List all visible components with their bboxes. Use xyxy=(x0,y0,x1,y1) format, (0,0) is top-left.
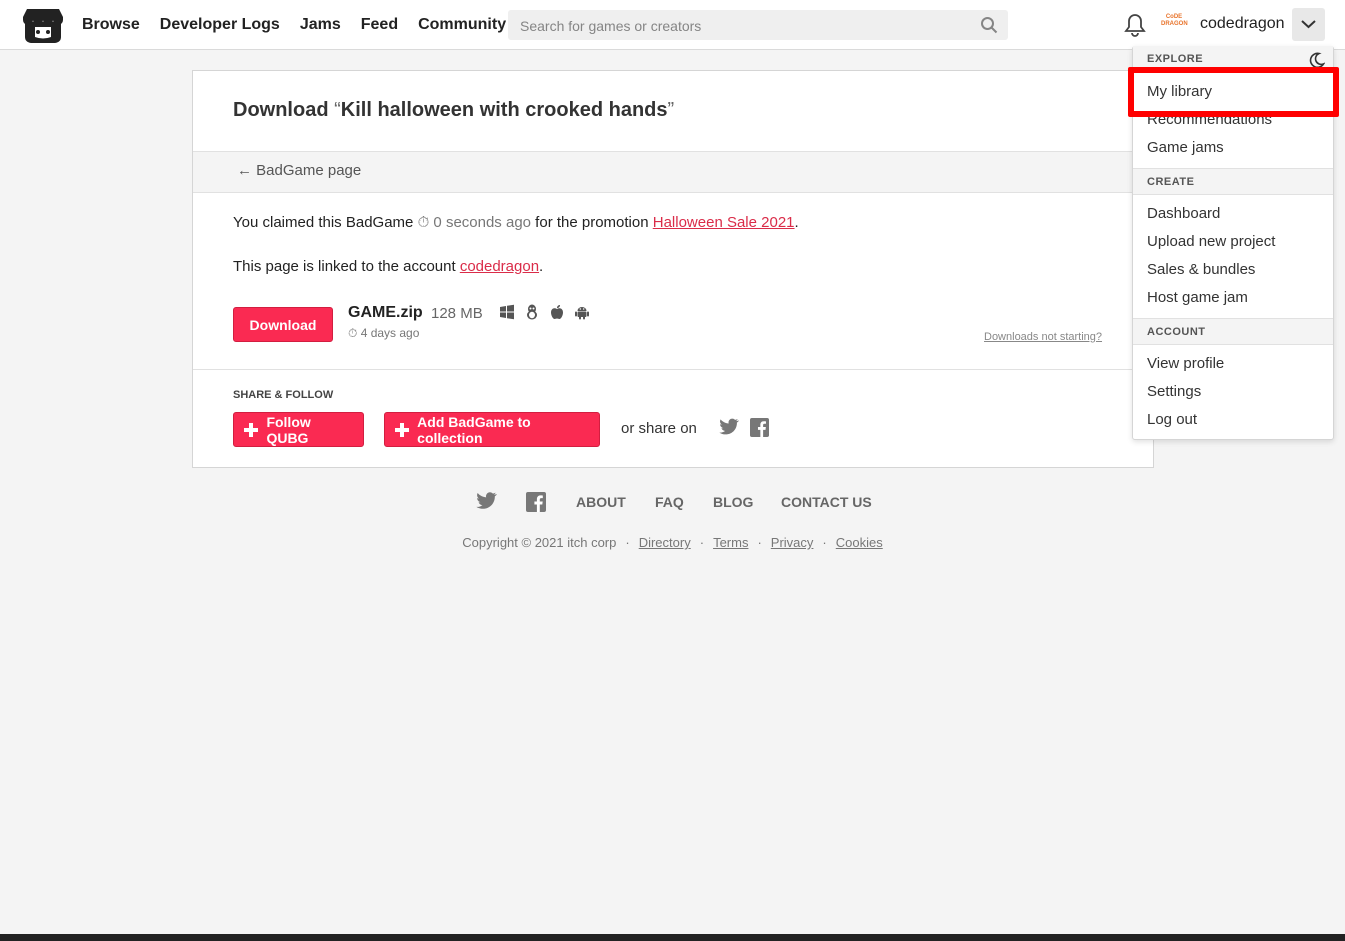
separator: · xyxy=(757,535,762,550)
linked-account-link[interactable]: codedragon xyxy=(460,258,539,275)
main-nav: Browse Developer Logs Jams Feed Communit… xyxy=(82,0,526,50)
menu-item-settings[interactable]: Settings xyxy=(1147,383,1201,400)
separator: · xyxy=(625,535,630,550)
claim-time: ⏱ 0 seconds ago xyxy=(417,214,532,231)
search-box xyxy=(508,10,1008,42)
nav-community[interactable]: Community xyxy=(418,16,506,34)
add-to-collection-label: Add BadGame to collection xyxy=(417,413,531,446)
chevron-down-icon xyxy=(1301,20,1316,29)
nav-feed[interactable]: Feed xyxy=(361,16,398,34)
downloads-not-starting-link[interactable]: Downloads not starting? xyxy=(984,331,1102,343)
plus-icon xyxy=(395,422,410,437)
menu-item-host-game-jam[interactable]: Host game jam xyxy=(1147,289,1248,306)
nav-developer-logs[interactable]: Developer Logs xyxy=(160,16,280,34)
nav-jams[interactable]: Jams xyxy=(300,16,341,34)
notifications-bell-icon[interactable] xyxy=(1124,13,1146,37)
follow-button-label: Follow QUBG xyxy=(266,413,311,446)
title-quote-close: ” xyxy=(667,99,675,121)
plus-icon xyxy=(244,422,259,437)
promotion-link[interactable]: Halloween Sale 2021 xyxy=(653,214,795,231)
twitter-share-icon[interactable] xyxy=(719,418,739,436)
share-follow-heading: SHARE & FOLLOW xyxy=(233,389,334,401)
separator: · xyxy=(822,535,827,550)
avatar[interactable]: CoDE DRAGON xyxy=(1161,14,1188,34)
copyright-text: Copyright © 2021 itch corp xyxy=(462,535,617,550)
avatar-line2: DRAGON xyxy=(1161,21,1188,27)
copyright-line: Copyright © 2021 itch corp · Directory · Ter… xyxy=(0,535,1345,550)
platform-icons xyxy=(499,304,590,320)
download-button[interactable]: Download xyxy=(233,307,333,342)
explore-heading: EXPLORE xyxy=(1147,53,1204,65)
account-section-header: ACCOUNT xyxy=(1133,318,1333,345)
search-input[interactable] xyxy=(518,10,972,42)
username[interactable]: codedragon xyxy=(1200,15,1285,33)
file-name: GAME.zip xyxy=(348,304,423,321)
file-upload-date: ⏱ 4 days ago xyxy=(348,326,420,340)
twitter-icon[interactable] xyxy=(476,492,497,510)
footer-terms-link[interactable]: Terms xyxy=(713,535,748,550)
back-bar: ← BadGame page xyxy=(193,151,1153,193)
footer-faq-link[interactable]: FAQ xyxy=(655,494,684,510)
menu-item-log-out[interactable]: Log out xyxy=(1147,411,1197,428)
android-icon xyxy=(574,304,590,320)
menu-item-dashboard[interactable]: Dashboard xyxy=(1147,205,1220,222)
account-heading: ACCOUNT xyxy=(1147,326,1206,338)
file-size: 128 MB xyxy=(431,305,483,322)
linked-period: . xyxy=(539,258,544,275)
footer-blog-link[interactable]: BLOG xyxy=(713,494,753,510)
avatar-line1: CoDE xyxy=(1165,14,1183,20)
footer-contact-link[interactable]: CONTACT US xyxy=(781,494,872,510)
nav-browse[interactable]: Browse xyxy=(82,16,140,34)
menu-item-game-jams[interactable]: Game jams xyxy=(1147,139,1224,156)
create-heading: CREATE xyxy=(1147,176,1195,188)
separator: · xyxy=(699,535,705,550)
linux-icon xyxy=(524,304,540,320)
claim-text: You claimed this BadGame xyxy=(233,214,418,231)
claim-message: You claimed this BadGame ⏱ 0 seconds ago… xyxy=(233,214,799,231)
itch-logo-icon[interactable] xyxy=(23,7,63,44)
apple-icon xyxy=(549,304,565,320)
create-section-header: CREATE xyxy=(1133,168,1333,195)
follow-button[interactable]: Follow QUBG xyxy=(233,412,364,447)
footer-privacy-link[interactable]: Privacy xyxy=(771,535,814,550)
game-title[interactable]: Kill halloween with crooked hands xyxy=(341,99,668,121)
linked-text: This page is linked to the account xyxy=(233,258,460,275)
title-prefix: Download xyxy=(233,99,335,121)
top-header: Browse Developer Logs Jams Feed Communit… xyxy=(0,0,1345,50)
claim-for-text: for the promotion xyxy=(531,214,653,231)
footer-cookies-link[interactable]: Cookies xyxy=(836,535,883,550)
windows-icon xyxy=(499,304,515,320)
back-to-game-link[interactable]: ← BadGame page xyxy=(237,162,361,179)
linked-account-message: This page is linked to the account coded… xyxy=(233,258,543,275)
menu-item-upload-new-project[interactable]: Upload new project xyxy=(1147,233,1275,250)
user-menu-toggle-button[interactable] xyxy=(1292,8,1325,41)
footer-links: ABOUT FAQ BLOG CONTACT US xyxy=(0,492,1345,514)
section-divider xyxy=(193,369,1153,370)
dark-mode-moon-icon[interactable] xyxy=(1309,52,1325,68)
download-card: Download “Kill halloween with crooked ha… xyxy=(192,70,1154,468)
menu-item-view-profile[interactable]: View profile xyxy=(1147,355,1224,372)
title-quote-open: “ xyxy=(334,99,341,121)
facebook-share-icon[interactable] xyxy=(750,418,769,437)
add-to-collection-button[interactable]: Add BadGame to collection xyxy=(384,412,600,447)
search-icon[interactable] xyxy=(980,16,998,34)
claim-period: . xyxy=(794,214,799,231)
or-share-text: or share on xyxy=(621,420,697,437)
footer-directory-link[interactable]: Directory xyxy=(639,535,691,550)
annotation-highlight-box xyxy=(1128,67,1339,117)
bottom-edge-bar xyxy=(0,934,1345,941)
facebook-icon[interactable] xyxy=(526,492,546,512)
page-title: Download “Kill halloween with crooked ha… xyxy=(233,99,674,122)
footer-about-link[interactable]: ABOUT xyxy=(576,494,626,510)
menu-item-sales-bundles[interactable]: Sales & bundles xyxy=(1147,261,1255,278)
